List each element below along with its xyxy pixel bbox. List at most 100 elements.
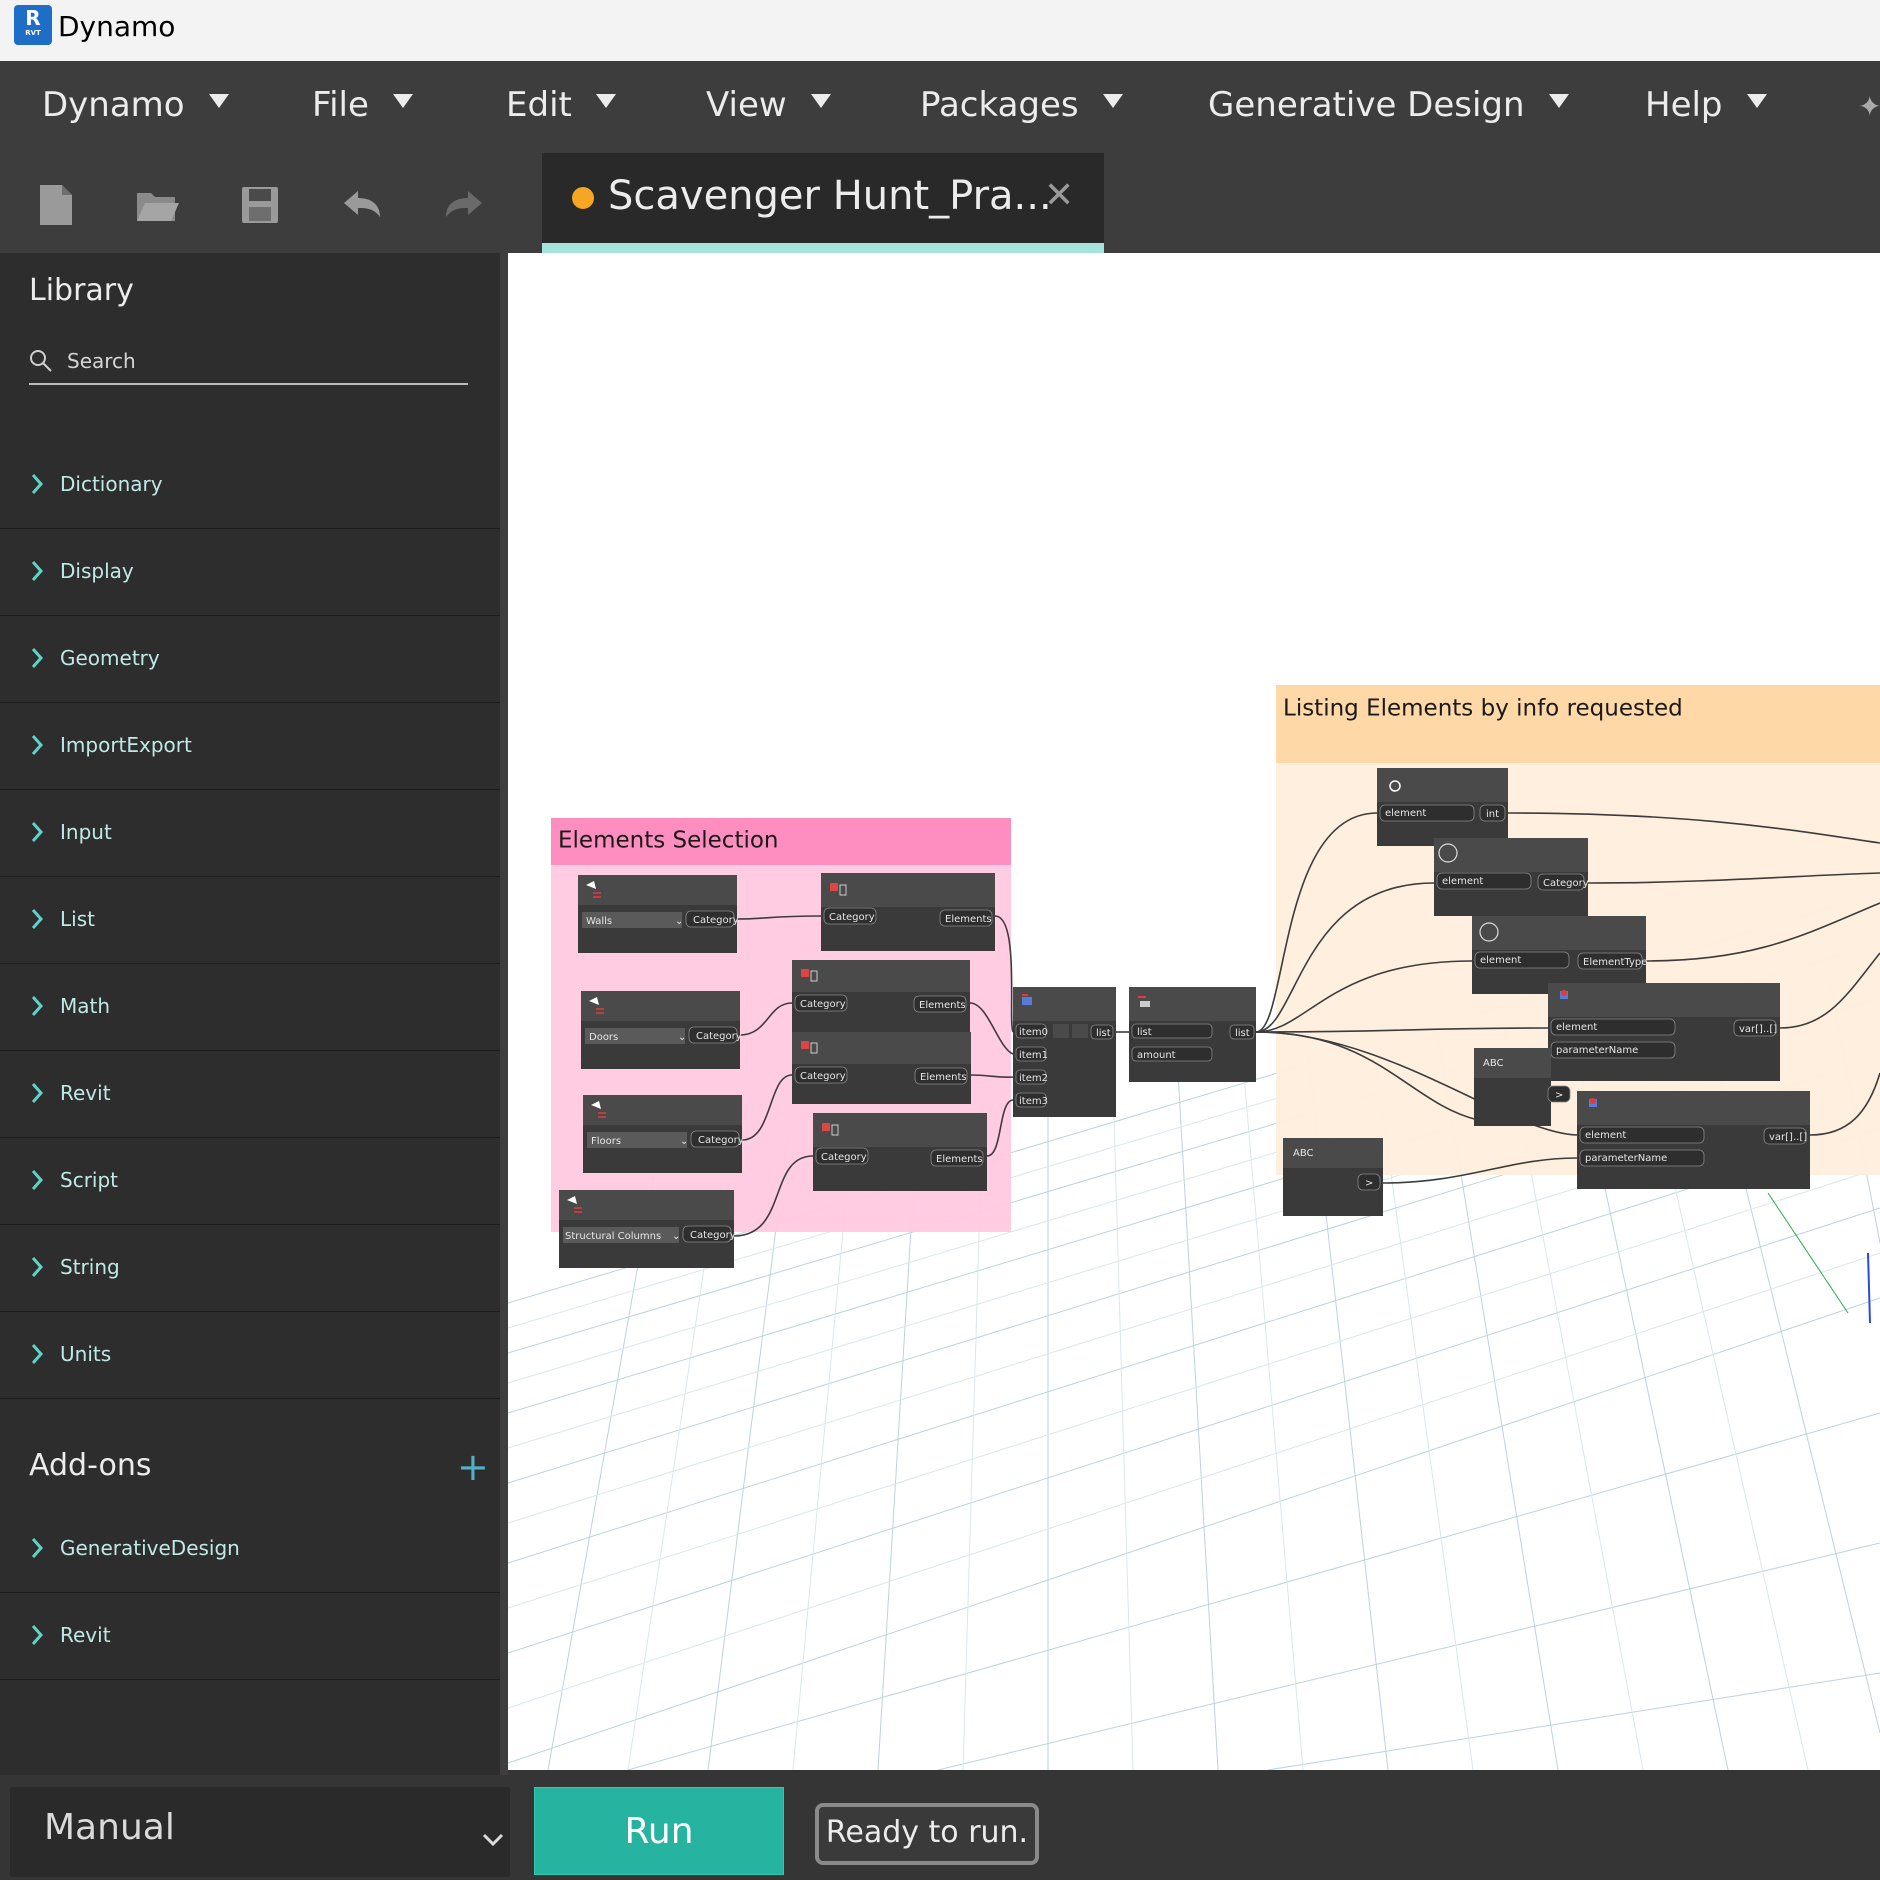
node-string-input-2[interactable]: ABC >: [1283, 1138, 1383, 1216]
menu-label: Generative Design: [1208, 85, 1525, 125]
addons-title: Add-ons: [29, 1448, 152, 1483]
node-element-type[interactable]: element ElementType: [1472, 916, 1647, 994]
input-port[interactable]: element: [1480, 955, 1521, 966]
library-item-script[interactable]: Script: [0, 1138, 500, 1225]
input-port[interactable]: element: [1385, 808, 1426, 819]
output-port[interactable]: Category: [1543, 878, 1589, 889]
menu-dynamo[interactable]: Dynamo: [42, 85, 229, 125]
save-icon[interactable]: [238, 183, 282, 227]
library-item-string[interactable]: String: [0, 1225, 500, 1312]
node-elements-of-category-1[interactable]: Category Elements: [821, 873, 995, 951]
output-port[interactable]: Elements: [920, 1072, 967, 1083]
undo-icon[interactable]: [340, 183, 384, 227]
output-port[interactable]: Elements: [919, 1000, 966, 1011]
library-splitter[interactable]: [500, 253, 508, 1775]
menu-generative-design[interactable]: Generative Design: [1208, 85, 1569, 125]
node-list-create[interactable]: item0 item1 item2 item3 list: [1013, 987, 1116, 1117]
input-port[interactable]: item3: [1019, 1096, 1048, 1107]
output-port[interactable]: ElementType: [1583, 957, 1647, 968]
input-port[interactable]: Category: [829, 912, 875, 923]
menu-file[interactable]: File: [312, 85, 413, 125]
output-port[interactable]: list: [1235, 1028, 1250, 1039]
node-category-structural-columns[interactable]: Structural Columns ⌄ Category: [559, 1190, 736, 1268]
output-port[interactable]: Category: [696, 1031, 742, 1042]
redo-icon[interactable]: [442, 183, 486, 227]
node-element-id[interactable]: element int: [1377, 768, 1508, 846]
node-list-operation[interactable]: list amount list: [1129, 987, 1256, 1082]
node-get-parameter-2[interactable]: element parameterName var[]..[]: [1577, 1091, 1810, 1189]
addon-item-generativedesign[interactable]: GenerativeDesign: [0, 1506, 500, 1593]
dropdown-value[interactable]: Walls: [586, 916, 612, 927]
node-elements-of-category-3[interactable]: Category Elements: [792, 1032, 971, 1104]
output-port[interactable]: Category: [698, 1135, 744, 1146]
node-elements-of-category-2[interactable]: Category Elements: [792, 960, 970, 1032]
library-item-geometry[interactable]: Geometry: [0, 616, 500, 703]
search-input[interactable]: [67, 343, 457, 379]
menu-help[interactable]: Help: [1645, 85, 1767, 125]
menu-view[interactable]: View: [706, 85, 831, 125]
library-item-input[interactable]: Input: [0, 790, 500, 877]
library-item-math[interactable]: Math: [0, 964, 500, 1051]
output-port[interactable]: Category: [693, 915, 739, 926]
library-item-importexport[interactable]: ImportExport: [0, 703, 500, 790]
graph-canvas[interactable]: Elements Selection Listing Elements by i…: [508, 253, 1880, 1770]
library-item-revit[interactable]: Revit: [0, 1051, 500, 1138]
library-item-label: Geometry: [60, 646, 160, 670]
node-category-floors[interactable]: Floors ⌄ Category: [583, 1095, 744, 1173]
node-get-parameter-1[interactable]: element parameterName var[]..[]: [1548, 983, 1780, 1081]
caret-down-icon: [1548, 94, 1569, 108]
menu-edit[interactable]: Edit: [506, 85, 616, 125]
pin-icon[interactable]: ✦: [1858, 90, 1880, 123]
dropdown-value[interactable]: Structural Columns: [565, 1231, 661, 1242]
output-port[interactable]: Category: [690, 1230, 736, 1241]
input-port[interactable]: Category: [800, 999, 846, 1010]
run-button[interactable]: Run: [534, 1787, 784, 1875]
new-file-icon[interactable]: [34, 183, 78, 227]
string-node-label: ABC: [1483, 1058, 1504, 1069]
output-port[interactable]: >: [1555, 1090, 1563, 1101]
dropdown-value[interactable]: Floors: [591, 1136, 621, 1147]
input-port[interactable]: Category: [800, 1071, 846, 1082]
dropdown-value[interactable]: Doors: [589, 1032, 618, 1043]
output-port[interactable]: var[]..[]: [1769, 1132, 1807, 1143]
output-port[interactable]: Elements: [945, 914, 992, 925]
input-port[interactable]: Category: [821, 1152, 867, 1163]
menu-label: Packages: [920, 85, 1079, 125]
node-element-category[interactable]: element Category: [1434, 838, 1589, 916]
output-port[interactable]: Elements: [936, 1154, 983, 1165]
input-port[interactable]: element: [1442, 876, 1483, 887]
input-port[interactable]: parameterName: [1585, 1153, 1667, 1164]
menu-packages[interactable]: Packages: [920, 85, 1123, 125]
library-item-label: Revit: [60, 1081, 111, 1105]
node-category-doors[interactable]: Doors ⌄ Category: [581, 991, 742, 1069]
input-port[interactable]: item1: [1019, 1050, 1048, 1061]
library-item-display[interactable]: Display: [0, 529, 500, 616]
library-item-dictionary[interactable]: Dictionary: [0, 442, 500, 529]
output-port[interactable]: list: [1096, 1028, 1111, 1039]
input-port[interactable]: item0: [1019, 1027, 1048, 1038]
node-elements-of-category-4[interactable]: Category Elements: [813, 1113, 987, 1191]
add-icon[interactable]: +: [457, 1448, 489, 1486]
library-item-list[interactable]: List: [0, 877, 500, 964]
library-item-units[interactable]: Units: [0, 1312, 500, 1399]
input-port[interactable]: amount: [1137, 1050, 1176, 1061]
node-category-walls[interactable]: Walls ⌄ Category: [578, 875, 739, 953]
output-port[interactable]: var[]..[]: [1739, 1024, 1777, 1035]
run-mode-value: Manual: [44, 1807, 175, 1848]
close-icon[interactable]: ✕: [1044, 175, 1074, 216]
tab-scavenger-hunt[interactable]: Scavenger Hunt_Pra... ✕: [542, 153, 1104, 253]
output-port[interactable]: int: [1486, 809, 1499, 820]
library-item-label: Units: [60, 1342, 112, 1366]
chevron-down-icon: ⌄: [675, 916, 683, 927]
output-port[interactable]: >: [1365, 1178, 1373, 1189]
chevron-right-icon: [31, 1625, 44, 1645]
open-folder-icon[interactable]: [135, 183, 179, 227]
input-port[interactable]: item2: [1019, 1073, 1048, 1084]
addon-item-revit[interactable]: Revit: [0, 1593, 500, 1680]
library-item-label: Script: [60, 1168, 119, 1192]
input-port[interactable]: element: [1585, 1130, 1626, 1141]
input-port[interactable]: parameterName: [1556, 1045, 1638, 1056]
input-port[interactable]: list: [1137, 1027, 1152, 1038]
run-mode-select[interactable]: Manual: [10, 1787, 510, 1877]
input-port[interactable]: element: [1556, 1022, 1597, 1033]
